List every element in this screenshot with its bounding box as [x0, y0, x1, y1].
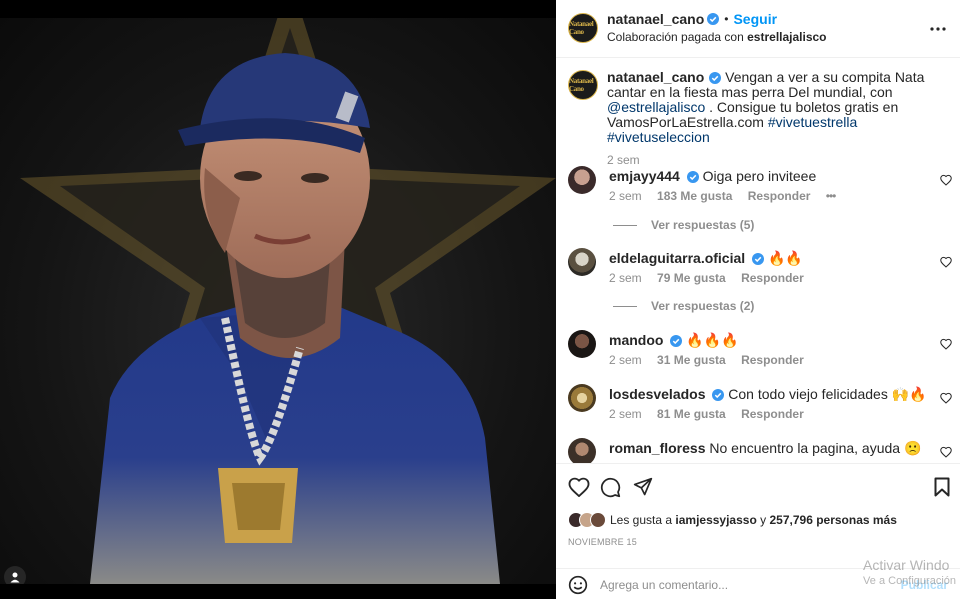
likes-connector: y [760, 513, 767, 527]
comment-meta: 2 sem 81 Me gusta Responder [609, 407, 816, 421]
paid-partnership-label: Colaboración pagada con estrellajalisco [607, 30, 827, 44]
comment-text-row: roman_floress No encuentro la pagina, ay… [609, 440, 921, 457]
likes-summary[interactable]: Les gusta a iamjessyjasso y 257,796 pers… [568, 512, 897, 528]
comment-more-options[interactable]: ••• [826, 189, 837, 203]
replies-divider [613, 224, 637, 226]
comment-likes[interactable]: 79 Me gusta [657, 271, 726, 285]
comment-likes[interactable]: 183 Me gusta [657, 189, 732, 203]
comment-input[interactable] [600, 575, 850, 595]
view-replies-button[interactable]: Ver respuestas (5) [613, 218, 754, 232]
commenter-avatar[interactable] [568, 166, 596, 194]
comment-like-heart-icon[interactable] [940, 256, 952, 268]
author-avatar[interactable]: Natanael Cano [568, 13, 598, 43]
view-replies-button[interactable]: Ver respuestas (2) [613, 299, 754, 313]
comment-text: Oiga pero inviteee [702, 168, 817, 184]
comment-text-row: losdesvelados Con todo viejo felicidades… [609, 386, 927, 403]
comment-text: No encuentro la pagina, ayuda 🙁 [709, 440, 922, 456]
view-replies-label: Ver respuestas (5) [651, 218, 755, 232]
reply-button[interactable]: Responder [741, 271, 804, 285]
caption-avatar-logo-text: Natanael Cano [569, 77, 594, 93]
comment-timestamp[interactable]: 2 sem [609, 189, 642, 203]
post-actions: Les gusta a iamjessyjasso y 257,796 pers… [556, 463, 960, 599]
verified-badge-icon [707, 13, 720, 25]
caption-author-username[interactable]: natanael_cano [607, 69, 704, 85]
save-bookmark-icon[interactable] [934, 477, 950, 497]
verified-badge-icon [686, 171, 699, 183]
emoji-smiley-icon[interactable] [568, 575, 588, 595]
reply-button[interactable]: Responder [748, 189, 811, 203]
separator-dot: • [724, 12, 729, 26]
header-name-row: natanael_cano • Seguir [607, 11, 777, 27]
caption-mention-link[interactable]: @estrellajalisco [607, 99, 705, 115]
share-paper-plane-icon[interactable] [633, 477, 653, 497]
paid-partnership-prefix: Colaboración pagada con [607, 30, 744, 44]
comment-text: 🔥🔥 [767, 250, 803, 266]
post-photo-illustration [20, 18, 556, 584]
commenter-avatar[interactable] [568, 438, 596, 463]
publish-button[interactable]: Publicar [901, 578, 948, 592]
comment-text-row: eldelaguitarra.oficial 🔥🔥 [609, 250, 803, 267]
reply-button[interactable]: Responder [741, 407, 804, 421]
hashtag-link[interactable]: #vivetuseleccion [607, 129, 710, 145]
comment-timestamp[interactable]: 2 sem [609, 271, 642, 285]
comment-text-row: emjayy444 Oiga pero inviteee [609, 168, 816, 184]
comment-like-heart-icon[interactable] [940, 174, 952, 186]
post-side-panel: Natanael Cano natanael_cano • Seguir Col… [556, 0, 960, 599]
comment-likes[interactable]: 31 Me gusta [657, 353, 726, 367]
user-tag-icon[interactable] [4, 566, 26, 584]
like-heart-icon[interactable] [568, 477, 590, 497]
follow-button[interactable]: Seguir [733, 11, 777, 27]
post-date[interactable]: NOVIEMBRE 15 [568, 537, 637, 547]
likes-count[interactable]: 257,796 personas más [769, 513, 896, 527]
verified-badge-icon [752, 253, 765, 265]
comment-like-heart-icon[interactable] [940, 392, 952, 404]
caption-author-avatar[interactable]: Natanael Cano [568, 70, 598, 100]
view-replies-label: Ver respuestas (2) [651, 299, 755, 313]
liker-username[interactable]: iamjessyjasso [675, 513, 756, 527]
commenter-avatar[interactable] [568, 248, 596, 276]
likes-prefix: Les gusta a [610, 513, 673, 527]
commenter-username[interactable]: roman_floress [609, 440, 705, 456]
commenter-username[interactable]: losdesvelados [609, 386, 706, 402]
comment-bubble-icon[interactable] [600, 477, 621, 498]
author-username[interactable]: natanael_cano [607, 11, 704, 27]
comment-text: 🔥🔥🔥 [686, 332, 739, 348]
instagram-post-view: Natanael Cano natanael_cano • Seguir Col… [0, 0, 960, 599]
comment-timestamp[interactable]: 2 sem [609, 353, 642, 367]
comment-timestamp[interactable]: 2 sem [609, 407, 642, 421]
commenter-username[interactable]: emjayy444 [609, 168, 680, 184]
commenter-username[interactable]: eldelaguitarra.oficial [609, 250, 745, 266]
comment-text: Con todo viejo felicidades 🙌🔥 [728, 386, 927, 402]
comment-likes[interactable]: 81 Me gusta [657, 407, 726, 421]
verified-badge-icon [709, 72, 722, 84]
comment-meta: 2 sem 183 Me gusta Responder ••• [609, 189, 847, 203]
more-options-icon[interactable] [930, 18, 946, 36]
liker-avatar [590, 512, 606, 528]
post-header: Natanael Cano natanael_cano • Seguir Col… [556, 0, 960, 58]
comment-like-heart-icon[interactable] [940, 446, 952, 458]
likes-text: Les gusta a iamjessyjasso y 257,796 pers… [610, 513, 897, 527]
commenter-username[interactable]: mandoo [609, 332, 663, 348]
comment-text-row: mandoo 🔥🔥🔥 [609, 332, 739, 349]
comment-meta: 2 sem 31 Me gusta Responder [609, 353, 816, 367]
reply-button[interactable]: Responder [741, 353, 804, 367]
caption-timestamp[interactable]: 2 sem [607, 153, 942, 168]
add-comment-bar: Publicar [556, 568, 960, 599]
comments-list[interactable]: Natanael Cano natanael_cano Vengan a ver… [556, 58, 960, 463]
comment-meta: 2 sem 79 Me gusta Responder [609, 271, 816, 285]
commenter-avatar[interactable] [568, 384, 596, 412]
hashtag-link[interactable]: #vivetuestrella [768, 114, 858, 130]
post-image[interactable] [0, 18, 556, 584]
verified-badge-icon [712, 389, 725, 401]
replies-divider [613, 305, 637, 307]
comment-like-heart-icon[interactable] [940, 338, 952, 350]
commenter-avatar[interactable] [568, 330, 596, 358]
post-caption: natanael_cano Vengan a ver a su compita … [607, 70, 942, 168]
verified-badge-icon [670, 335, 683, 347]
avatar-logo-text: Natanael Cano [569, 20, 594, 36]
partner-username[interactable]: estrellajalisco [747, 30, 826, 44]
